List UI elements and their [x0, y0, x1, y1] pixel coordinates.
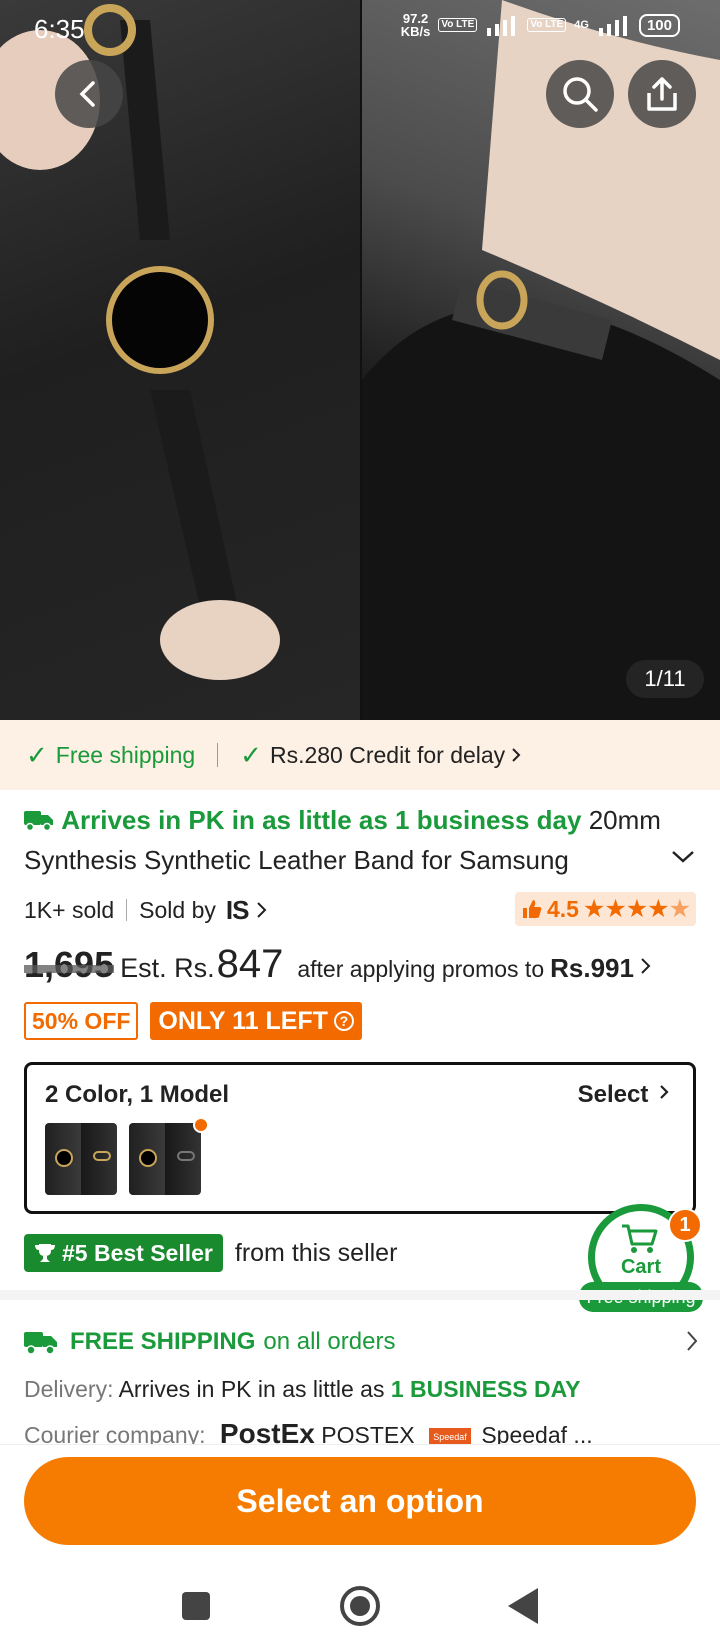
watch-band-icon: [177, 1151, 195, 1161]
share-button[interactable]: [628, 60, 696, 128]
courier-name-2: Speedaf ...: [481, 1422, 593, 1444]
battery-icon: 100: [638, 13, 680, 37]
search-icon: [563, 77, 598, 112]
watch-illustration: [0, 4, 280, 680]
rating-badge[interactable]: 4.5 ★★★★★: [514, 892, 696, 926]
chevron-right-icon[interactable]: [254, 899, 270, 921]
watch-dial-icon: [55, 1149, 73, 1167]
network-speed: 97.2 KB/s: [401, 12, 431, 38]
variant-select-button[interactable]: Select: [578, 1081, 671, 1109]
thumbs-up-icon: [522, 900, 542, 918]
help-icon[interactable]: ?: [333, 1011, 354, 1031]
variant-thumbnail-1[interactable]: [45, 1123, 117, 1195]
cart-label: Cart: [620, 1256, 661, 1278]
volte-icon: Vo LTE: [438, 18, 478, 32]
shipping-banner[interactable]: ✓ Free shipping ✓ Rs.280 Credit for dela…: [0, 720, 720, 790]
courier-name-1: POSTEX: [321, 1422, 415, 1444]
variant-title: 2 Color, 1 Model: [45, 1081, 230, 1108]
badges-row: 50% OFF ONLY 11 LEFT ?: [24, 1002, 362, 1040]
share-icon: [647, 77, 677, 111]
cart-icon: [622, 1224, 658, 1253]
product-image-left: [0, 0, 361, 720]
volte-icon-2: Vo LTE: [527, 18, 567, 32]
product-title: Arrives in PK in as little as 1 business…: [24, 800, 674, 880]
delivery-truck-icon: [24, 811, 53, 832]
estimated-price: 847: [216, 942, 284, 986]
system-nav-bar: [0, 1560, 720, 1650]
signal-icon: [487, 16, 516, 36]
status-icons: 97.2 KB/s Vo LTE Vo LTE 4G 100: [401, 12, 680, 38]
network-speed-unit: KB/s: [400, 24, 431, 39]
product-image-carousel[interactable]: 6:35 97.2 KB/s Vo LTE Vo LTE 4G 100 1/11: [0, 0, 720, 720]
bottom-action-bar: Select an option: [0, 1444, 720, 1559]
section-divider: [0, 1290, 720, 1300]
free-shipping-headline: FREE SHIPPING: [70, 1328, 256, 1355]
arrival-text: Arrives in PK in as little as 1 business…: [61, 805, 582, 835]
sold-row: 1K+ sold Sold by IS 4.5 ★★★★★: [24, 890, 696, 930]
stock-label: ONLY 11 LEFT: [158, 1006, 328, 1035]
cart-count-badge: 1: [668, 1208, 702, 1242]
speedaf-logo: Speedaf: [428, 1427, 471, 1444]
stock-badge[interactable]: ONLY 11 LEFT ?: [150, 1002, 362, 1040]
best-seller-label: #5 Best Seller: [62, 1239, 213, 1266]
recent-apps-icon[interactable]: [182, 1592, 210, 1620]
promo-price[interactable]: Rs.991: [550, 953, 634, 984]
rating-stars: ★★★★★: [582, 895, 691, 923]
sold-count: 1K+ sold: [24, 896, 115, 923]
divider: [126, 899, 128, 921]
chevron-right-icon: [660, 1085, 669, 1099]
estimated-price-label: Est. Rs.: [120, 953, 215, 983]
delivery-time: 1 BUSINESS DAY: [390, 1376, 581, 1402]
free-shipping-label: Free shipping: [55, 741, 196, 768]
status-time: 6:35: [34, 14, 85, 44]
image-counter: 1/11: [626, 660, 704, 698]
chevron-right-icon[interactable]: [638, 955, 654, 977]
back-button[interactable]: [55, 60, 123, 128]
free-shipping-subline: on all orders: [263, 1328, 396, 1355]
chevron-left-icon: [79, 81, 95, 107]
best-seller-text: from this seller: [234, 1238, 398, 1267]
free-shipping-row[interactable]: FREE SHIPPING on all orders: [24, 1322, 700, 1362]
delivery-row: Delivery: Arrives in PK in as little as …: [24, 1376, 580, 1403]
trophy-icon: [35, 1244, 55, 1262]
check-icon: ✓: [240, 739, 262, 770]
postex-logo: PostEx: [219, 1418, 315, 1444]
status-bar: 6:35 97.2 KB/s Vo LTE Vo LTE 4G 100: [0, 0, 720, 56]
courier-row: Courier company: PostEx POSTEX Speedaf S…: [24, 1418, 704, 1444]
watch-dial-icon: [139, 1149, 157, 1167]
best-seller-badge: #5 Best Seller: [24, 1234, 223, 1272]
expand-title-icon[interactable]: [670, 848, 696, 866]
original-price: 1,695: [24, 944, 115, 985]
discount-badge: 50% OFF: [24, 1002, 139, 1040]
check-icon: ✓: [26, 739, 48, 770]
popular-indicator-icon: [193, 1117, 209, 1133]
network-type: 4G: [574, 19, 589, 31]
variant-selector[interactable]: 2 Color, 1 Model Select: [24, 1062, 696, 1214]
chevron-right-icon[interactable]: [684, 1328, 700, 1354]
seller-logo[interactable]: IS: [226, 895, 250, 926]
courier-label: Courier company:: [24, 1422, 206, 1444]
credit-label: Rs.280 Credit for delay: [269, 741, 506, 768]
sold-by-label[interactable]: Sold by: [139, 897, 216, 924]
variant-select-label: Select: [577, 1081, 649, 1108]
price-row: 1,695 Est. Rs. 847 after applying promos…: [24, 942, 704, 992]
delivery-truck-icon: [24, 1332, 57, 1355]
best-seller-row[interactable]: #5 Best Seller from this seller: [24, 1234, 397, 1272]
chevron-right-icon: [512, 748, 521, 762]
search-button[interactable]: [546, 60, 614, 128]
variant-thumbnail-2[interactable]: [129, 1123, 201, 1195]
back-triangle-icon[interactable]: [508, 1588, 538, 1624]
select-option-button[interactable]: Select an option: [24, 1457, 696, 1545]
floating-cart-button[interactable]: Cart Free shipping 1: [579, 1204, 703, 1322]
rating-value: 4.5: [546, 895, 579, 922]
home-icon[interactable]: [340, 1586, 380, 1626]
signal-icon-2: [598, 16, 627, 36]
watch-band-icon: [93, 1151, 111, 1161]
divider: [217, 743, 219, 767]
delivery-text: Arrives in PK in as little as: [118, 1376, 385, 1402]
promo-text: after applying promos to: [297, 956, 545, 982]
delivery-label: Delivery:: [24, 1376, 114, 1402]
